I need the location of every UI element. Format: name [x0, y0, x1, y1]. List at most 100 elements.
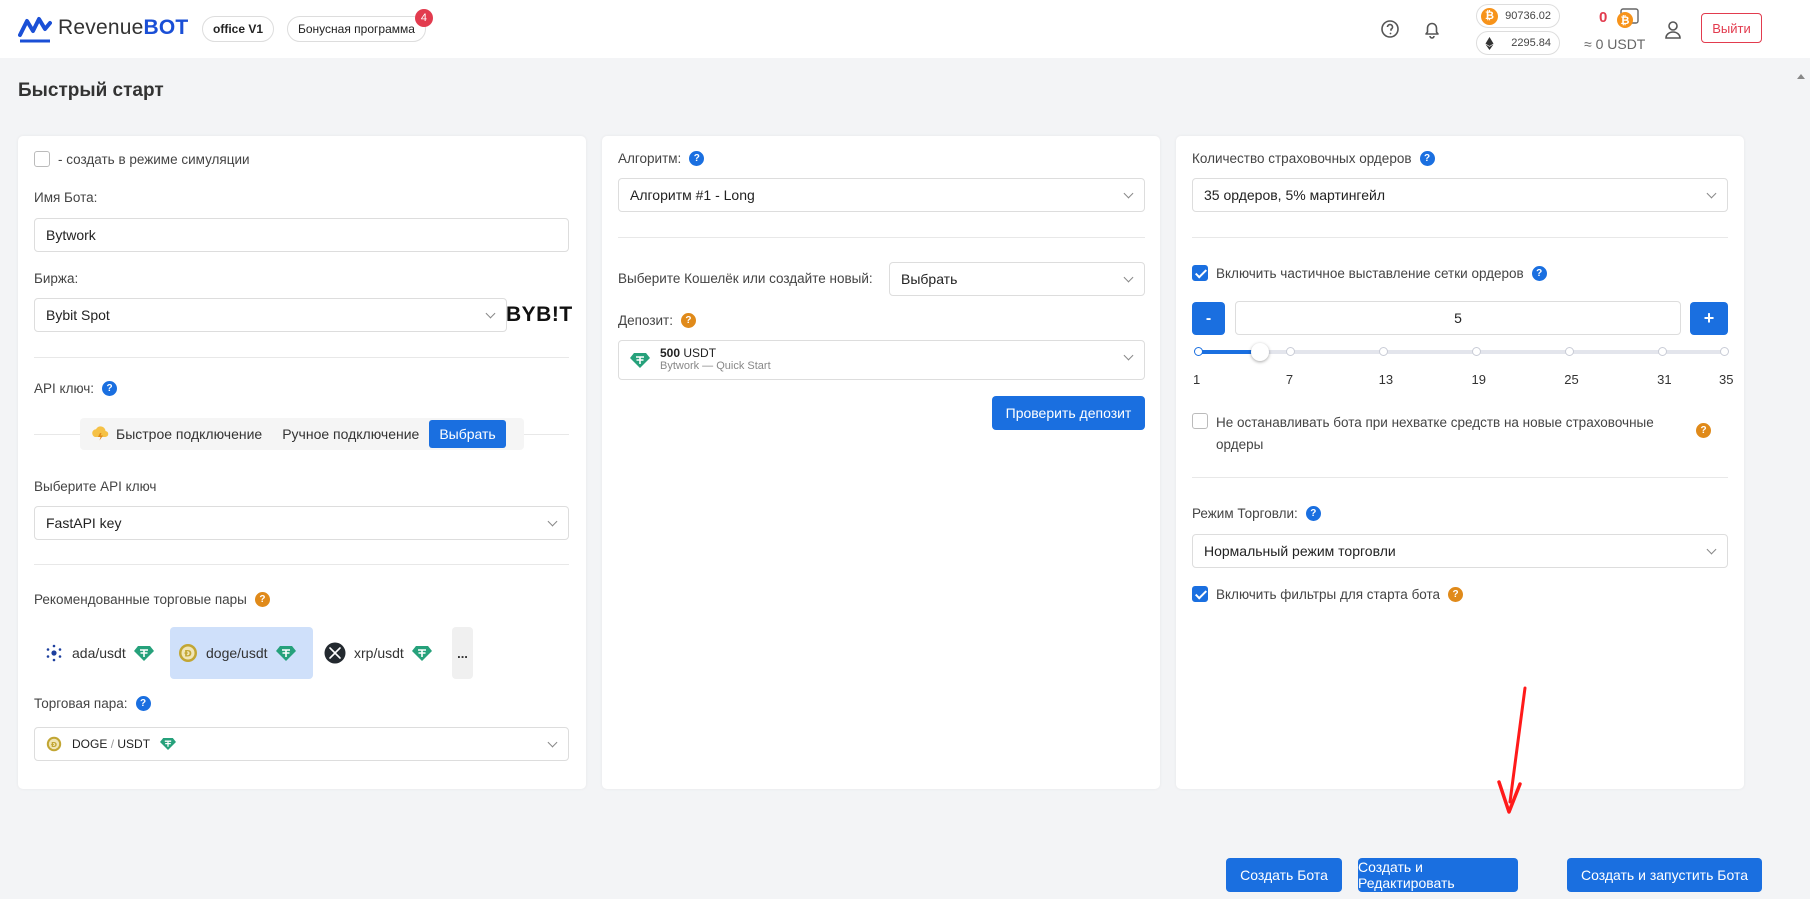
logout-label: Выйти — [1712, 20, 1751, 36]
wallet-bitcoin-icon[interactable]: ₿ — [1615, 6, 1641, 30]
create-bot-button[interactable]: Создать Бота — [1226, 858, 1342, 892]
simulation-option[interactable]: - создать в режиме симуляции — [34, 151, 250, 167]
create-start-button[interactable]: Создать и запустить Бота — [1567, 858, 1762, 892]
scroll-up-arrow[interactable] — [1797, 74, 1805, 79]
partial-grid-checkbox[interactable] — [1192, 265, 1208, 281]
pair-name: ada/usdt — [72, 645, 126, 661]
deposit-info: 500 USDT Bytwork — Quick Start — [660, 346, 771, 373]
filters-option[interactable]: Включить фильтры для старта бота ? — [1192, 586, 1464, 602]
no-stop-help-icon[interactable]: ? — [1696, 423, 1711, 438]
exchange-label: Биржа: — [34, 271, 79, 286]
mode-help-icon[interactable]: ? — [1305, 506, 1321, 521]
algo-label: Алгоритм: — [618, 151, 682, 166]
pair-doge-usdt[interactable]: Ð doge/usdt — [170, 627, 313, 679]
filters-help-icon[interactable]: ? — [1448, 586, 1464, 602]
pair-label: Торговая пара: — [34, 696, 128, 711]
grid-count-input[interactable]: 5 — [1235, 301, 1681, 335]
red-arrow-annotation — [1497, 686, 1527, 814]
partial-grid-label: Включить частичное выставление сетки орд… — [1216, 265, 1524, 281]
partial-grid-help-icon[interactable]: ? — [1531, 265, 1547, 281]
bitcoin-icon: ₿ — [1481, 7, 1498, 25]
top-header: RevenueBOT office V1 Бонусная программа … — [0, 0, 1810, 58]
bonus-program-pill[interactable]: Бонусная программа 4 — [287, 9, 433, 42]
safety-label: Количество страховочных ордеров — [1192, 151, 1412, 166]
deposit-help-icon[interactable]: ? — [680, 313, 696, 328]
tether-icon — [133, 645, 154, 661]
grid-plus-button[interactable]: + — [1690, 302, 1728, 335]
trading-pair-select[interactable]: Ð DOGE / USDT — [34, 727, 569, 761]
no-stop-checkbox[interactable] — [1192, 413, 1208, 429]
create-edit-button[interactable]: Создать и Редактировать — [1358, 858, 1518, 892]
check-deposit-button[interactable]: Проверить депозит — [992, 396, 1145, 430]
office-version-pill[interactable]: office V1 — [202, 16, 275, 42]
slider-tick — [1193, 347, 1203, 356]
bell-icon[interactable] — [1421, 18, 1443, 40]
slider-tick — [1286, 347, 1296, 356]
filters-checkbox[interactable] — [1192, 586, 1208, 602]
slider-handle[interactable] — [1250, 343, 1269, 361]
tether-icon — [160, 738, 177, 750]
svg-text:Ð: Ð — [51, 740, 57, 749]
trading-mode-value: Нормальный режим торговли — [1204, 543, 1396, 559]
wallet-select[interactable]: Выбрать — [889, 262, 1145, 296]
exchange-value: Bybit Spot — [46, 307, 110, 323]
partial-grid-option[interactable]: Включить частичное выставление сетки орд… — [1192, 265, 1547, 281]
simulation-checkbox[interactable] — [34, 151, 50, 167]
grid-minus-button[interactable]: - — [1192, 302, 1225, 335]
office-version-label: office V1 — [213, 22, 264, 36]
algorithm-value: Алгоритм #1 - Long — [630, 187, 755, 203]
seg-choose[interactable]: Выбрать — [429, 420, 506, 448]
svg-text:Ð: Ð — [184, 650, 192, 660]
bonus-program-label: Бонусная программа — [298, 22, 415, 36]
seg-fast-connect[interactable]: Быстрое подключение — [80, 420, 272, 448]
slider-tick — [1379, 347, 1389, 356]
page-title: Быстрый старт — [18, 80, 164, 101]
btc-price-pill: ₿ 90736.02 — [1476, 4, 1560, 28]
slider-tick-label: 25 — [1564, 372, 1579, 387]
safety-orders-select[interactable]: 35 ордеров, 5% мартингейл — [1192, 178, 1728, 212]
filters-label: Включить фильтры для старта бота — [1216, 586, 1441, 602]
algorithm-select[interactable]: Алгоритм #1 - Long — [618, 178, 1145, 212]
deposit-label: Депозит: — [618, 313, 673, 328]
pairs-help-icon[interactable]: ? — [254, 592, 270, 607]
api-key-help-icon[interactable]: ? — [102, 381, 118, 396]
help-chat-icon[interactable] — [1379, 18, 1401, 40]
algo-help-icon[interactable]: ? — [689, 151, 705, 166]
grid-count-value: 5 — [1454, 310, 1462, 326]
more-pairs-button[interactable]: ... — [452, 627, 473, 679]
slider-tick-label: 1 — [1193, 372, 1201, 387]
fast-connect-icon — [92, 426, 109, 441]
deposit-select[interactable]: 500 USDT Bytwork — Quick Start — [618, 340, 1145, 380]
svg-text:₿: ₿ — [1621, 14, 1630, 27]
pair-xrp-usdt[interactable]: xrp/usdt — [320, 627, 436, 679]
user-icon[interactable] — [1662, 19, 1684, 41]
seg-manual-connect[interactable]: Ручное подключение — [272, 420, 429, 448]
exchange-select[interactable]: Bybit Spot — [34, 298, 507, 332]
pairs-label: Рекомендованные торговые пары — [34, 592, 247, 607]
pair-ada-usdt[interactable]: ada/usdt — [38, 627, 160, 679]
bot-name-input[interactable]: Bytwork — [34, 218, 569, 252]
slider-tick-label: 31 — [1657, 372, 1672, 387]
safety-help-icon[interactable]: ? — [1419, 151, 1435, 166]
pairs-label-row: Рекомендованные торговые пары ? — [34, 592, 270, 607]
bot-name-value: Bytwork — [46, 227, 96, 243]
api-key-label: API ключ: — [34, 381, 95, 396]
revenuebot-logo-icon — [18, 17, 52, 43]
logo[interactable]: RevenueBOT — [18, 13, 188, 43]
pair-name: doge/usdt — [206, 645, 268, 661]
logout-button[interactable]: Выйти — [1701, 13, 1762, 43]
bonus-badge: 4 — [414, 9, 433, 27]
slider-track[interactable] — [1198, 350, 1724, 354]
slider-tick-label: 7 — [1285, 372, 1294, 387]
choose-label: Выбрать — [439, 426, 496, 442]
tether-icon — [275, 645, 296, 661]
pair-help-icon[interactable]: ? — [135, 696, 151, 711]
algorithm-card: Алгоритм: ? Алгоритм #1 - Long Выберите … — [602, 136, 1160, 789]
api-select-label: Выберите API ключ — [34, 479, 157, 494]
btc-price: 90736.02 — [1505, 10, 1551, 22]
api-key-select[interactable]: FastAPI key — [34, 506, 569, 540]
eth-price-pill: 2295.84 — [1476, 31, 1560, 55]
trading-mode-select[interactable]: Нормальный режим торговли — [1192, 534, 1728, 568]
no-stop-option[interactable]: Не останавливать бота при нехватке средс… — [1192, 412, 1706, 456]
wallet-label: Выберите Кошелёк или создайте новый: — [618, 271, 873, 286]
